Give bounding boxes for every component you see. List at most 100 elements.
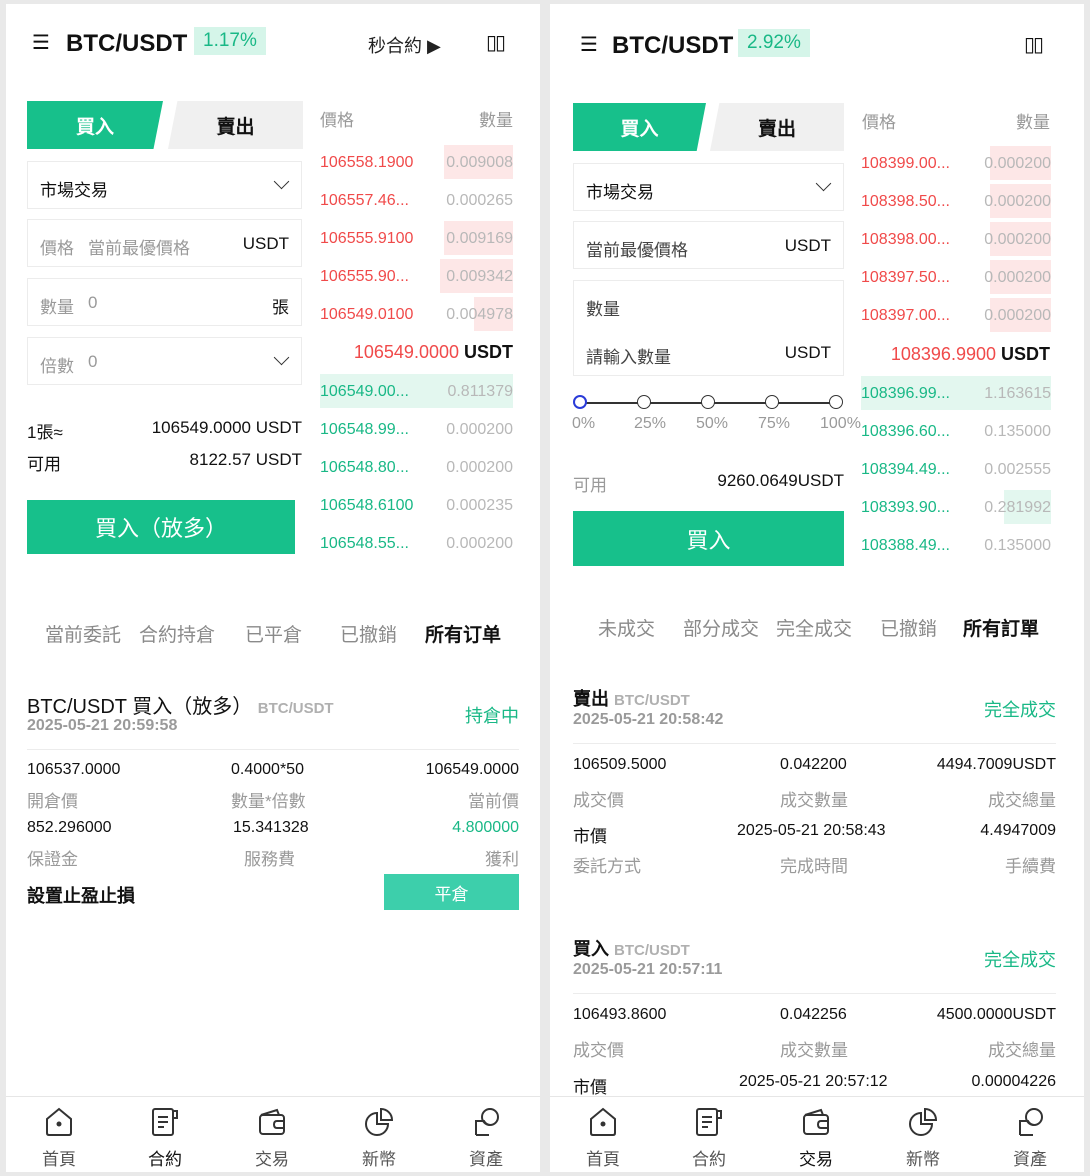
divider: [27, 749, 519, 750]
fill-price-value: 106509.5000: [573, 756, 667, 773]
order-tab[interactable]: 所有订单: [425, 620, 501, 647]
leverage-select[interactable]: 倍數 0: [27, 337, 302, 385]
set-stop-link[interactable]: 設置止盈止損: [27, 882, 135, 908]
order-tab[interactable]: 部分成交: [683, 614, 759, 641]
order-tab[interactable]: 當前委託: [45, 620, 121, 647]
quantity-placeholder: 請輸入數量: [586, 348, 671, 367]
bid-row[interactable]: 106548.55... 0.000200: [320, 526, 513, 564]
order-tab[interactable]: 合約持倉: [139, 620, 215, 647]
menu-icon[interactable]: ☰: [580, 32, 598, 57]
bid-row[interactable]: 108394.49... 0.002555: [861, 452, 1051, 490]
buy-long-button[interactable]: 買入（放多）: [27, 500, 295, 554]
nav-home[interactable]: 首頁: [550, 1105, 656, 1170]
ask-row[interactable]: 106549.0100 0.004978: [320, 297, 513, 335]
ask-row[interactable]: 106558.1900 0.009008: [320, 145, 513, 183]
nav-label: 首頁: [42, 1150, 76, 1169]
ask-row[interactable]: 106555.90... 0.009342: [320, 259, 513, 297]
bid-row[interactable]: 108396.99... 1.163615: [861, 376, 1051, 414]
buy-button[interactable]: 買入: [573, 511, 844, 566]
slider-label: 25%: [634, 415, 667, 432]
slider-stop[interactable]: [701, 395, 715, 409]
nav-pie-chart[interactable]: 新幣: [870, 1105, 976, 1170]
order-type-select[interactable]: 市場交易: [573, 163, 844, 211]
order-tab[interactable]: 完全成交: [776, 614, 852, 641]
order-qty: 0.000200: [984, 269, 1051, 286]
bid-row[interactable]: 106548.6100 0.000235: [320, 488, 513, 526]
menu-icon[interactable]: ☰: [32, 30, 50, 55]
order-price: 108396.99...: [861, 385, 950, 402]
buy-tab[interactable]: 買入: [573, 103, 706, 151]
bid-row[interactable]: 106548.80... 0.000200: [320, 450, 513, 488]
pair-title[interactable]: BTC/USDT: [612, 32, 733, 60]
nav-contract[interactable]: 合約: [112, 1105, 218, 1170]
slider-stop[interactable]: [637, 395, 651, 409]
order-tab[interactable]: 已撤銷: [340, 620, 397, 647]
mid-price: 106549.0000 USDT: [354, 342, 513, 363]
price-field[interactable]: 價格 當前最優價格 USDT: [27, 219, 302, 267]
nav-wallet[interactable]: 交易: [219, 1105, 325, 1170]
margin-value: 852.296000: [27, 819, 112, 836]
ask-row[interactable]: 106557.46... 0.000265: [320, 183, 513, 221]
order-tab[interactable]: 已平倉: [245, 620, 302, 647]
nav-pie-chart[interactable]: 新幣: [326, 1105, 432, 1170]
slider-label: 100%: [820, 415, 861, 432]
buy-tab[interactable]: 買入: [27, 101, 163, 149]
bid-row[interactable]: 106549.00... 0.811379: [320, 374, 513, 412]
quantity-field[interactable]: 數量 0 張: [27, 278, 302, 326]
bid-row[interactable]: 106548.99... 0.000200: [320, 412, 513, 450]
bid-row[interactable]: 108393.90... 0.281992: [861, 490, 1051, 528]
sell-tab[interactable]: 賣出: [168, 101, 303, 149]
ask-row[interactable]: 106555.9100 0.009169: [320, 221, 513, 259]
sell-tab[interactable]: 賣出: [710, 103, 844, 151]
price-placeholder: 當前最優價格: [88, 239, 190, 258]
bid-row[interactable]: 108388.49... 0.135000: [861, 528, 1051, 566]
order-type-select[interactable]: 市場交易: [27, 161, 302, 209]
nav-label: 新幣: [362, 1150, 396, 1169]
ask-row[interactable]: 108397.50... 0.000200: [861, 260, 1051, 298]
pair-title[interactable]: BTC/USDT: [66, 30, 187, 58]
order-price: 106555.9100: [320, 230, 414, 247]
mid-price-unit: USDT: [1001, 344, 1050, 364]
order-tab[interactable]: 所有訂單: [963, 614, 1039, 641]
ask-row[interactable]: 108397.00... 0.000200: [861, 298, 1051, 336]
nav-wallet[interactable]: 交易: [763, 1105, 869, 1170]
available-label: 可用: [573, 476, 607, 495]
second-contract-link[interactable]: 秒合約 ▶: [368, 32, 441, 58]
order-type-value: 市場交易: [586, 183, 654, 202]
ask-row[interactable]: 108398.50... 0.000200: [861, 184, 1051, 222]
bid-row[interactable]: 108396.60... 0.135000: [861, 414, 1051, 452]
order-title: 買入 BTC/USDT: [573, 935, 690, 961]
slider-stop[interactable]: [573, 395, 587, 409]
order-qty: 0.009008: [446, 154, 513, 171]
order-tab[interactable]: 未成交: [598, 614, 655, 641]
quantity-label: 數量: [586, 300, 620, 319]
available-label: 可用: [27, 455, 61, 474]
complete-time-value: 2025-05-21 20:58:43: [737, 822, 886, 839]
order-tab[interactable]: 已撤銷: [880, 614, 937, 641]
close-position-button[interactable]: 平倉: [384, 874, 519, 910]
order-qty: 0.009342: [446, 268, 513, 285]
ask-row[interactable]: 108399.00... 0.000200: [861, 146, 1051, 184]
nav-assets[interactable]: 資產: [433, 1105, 539, 1170]
assets-icon: [469, 1105, 503, 1141]
nav-contract[interactable]: 合約: [656, 1105, 762, 1170]
price-field[interactable]: 當前最優價格 USDT: [573, 221, 844, 269]
trade-screen: ☰ BTC/USDT 2.92% ▯▯ 買入 賣出 市場交易 當前最優價格 US…: [550, 4, 1084, 1172]
order-status: 完全成交: [984, 950, 1056, 970]
quantity-unit: 張: [272, 298, 289, 317]
slider-stop[interactable]: [829, 395, 843, 409]
candlestick-icon[interactable]: ▯▯: [486, 30, 506, 55]
quantity-value: 0: [88, 293, 98, 312]
open-price-label: 開倉價: [27, 792, 78, 811]
candlestick-icon[interactable]: ▯▯: [1024, 32, 1044, 57]
order-price: 108397.00...: [861, 307, 950, 324]
nav-assets[interactable]: 資產: [977, 1105, 1083, 1170]
fee-value: 0.00004226: [971, 1073, 1056, 1090]
order-price: 106548.6100: [320, 497, 414, 514]
nav-label: 首頁: [586, 1150, 620, 1169]
price-placeholder: 當前最優價格: [586, 241, 688, 260]
ask-row[interactable]: 108398.00... 0.000200: [861, 222, 1051, 260]
nav-home[interactable]: 首頁: [6, 1105, 112, 1170]
slider-stop[interactable]: [765, 395, 779, 409]
quantity-field[interactable]: 數量 請輸入數量 USDT: [573, 280, 844, 376]
